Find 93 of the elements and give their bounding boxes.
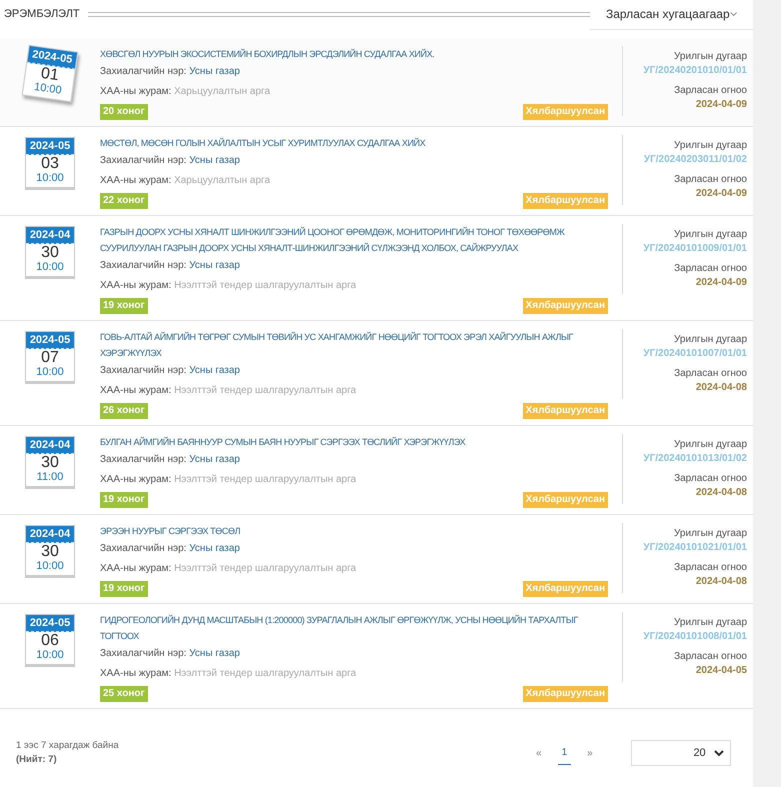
results-summary: 1 ээс 7 харагдаж байна [16,739,120,753]
calendar-date: 2024-05 01 10:00 [22,44,78,102]
date-label: Зарласан огноо [674,561,747,575]
calendar-date: 2024-05 03 10:00 [25,137,75,188]
method-label: ХАА-ны журам: [100,668,172,679]
date-label: Зарласан огноо [674,262,747,276]
method-value: Нээлттэй тендер шалгаруулалтын арга [174,668,356,679]
customer-label: Захиалагчийн нэр: [100,543,186,554]
customer-link[interactable]: Усны газар [189,648,240,659]
method-value: Нээлттэй тендер шалгаруулалтын арга [174,385,356,396]
chevron-down-icon [730,10,737,16]
next-page-link[interactable]: » [587,746,593,761]
calendar-date: 2024-05 07 10:00 [25,331,75,382]
type-badge: Хялбаршуулсан [522,403,608,419]
duration-badge: 25 хоног [100,686,148,702]
published-date: 2024-04-08 [696,486,747,500]
customer-link[interactable]: Усны газар [189,260,240,271]
customer-label: Захиалагчийн нэр: [100,454,186,465]
number-label: Урилгын дугаар [674,50,747,64]
tender-number: УГ/20240101009/01/01 [643,242,747,256]
date-label: Зарласан огноо [674,367,747,381]
tender-title-link[interactable]: БУЛГАН АЙМГИЙН БАЯННУУР СУМЫН БАЯН НУУРЫГ СЭРГЭЭХ ТӨСЛИЙГ ХЭРЭГЖҮҮЛЭХ [100,434,608,450]
tender-number: УГ/20240101007/01/01 [643,347,747,361]
published-date: 2024-04-05 [696,664,747,678]
number-label: Урилгын дугаар [674,228,747,242]
published-date: 2024-04-09 [696,187,747,201]
tender-number: УГ/20240101021/01/01 [643,541,747,555]
customer-link[interactable]: Усны газар [189,543,240,554]
chevron-down-icon [714,750,724,757]
duration-badge: 22 хоног [100,193,148,209]
method-value: Нээлттэй тендер шалгаруулалтын арга [174,563,356,574]
calendar-date: 2024-04 30 10:00 [25,525,75,576]
tender-title-link[interactable]: ХӨВСГӨЛ НУУРЫН ЭКОСИСТЕМИЙН БОХИРДЛЫН ЭРСДЭЛИЙН СУДАЛГАА ХИЙХ. [100,46,608,62]
method-label: ХАА-ны журам: [100,385,172,396]
customer-link[interactable]: Усны газар [189,66,240,77]
type-badge: Хялбаршуулсан [522,193,608,209]
tender-number: УГ/20240203011/01/02 [644,153,747,167]
duration-badge: 19 хоног [100,581,148,597]
number-label: Урилгын дугаар [674,139,747,153]
duration-badge: 26 хоног [100,403,148,419]
type-badge: Хялбаршуулсан [522,298,608,314]
method-label: ХАА-ны журам: [100,563,172,574]
method-value: Харьцуулалтын арга [174,86,270,97]
prev-page-link[interactable]: « [536,746,542,761]
method-label: ХАА-ны журам: [100,474,172,485]
customer-link[interactable]: Усны газар [189,454,240,465]
customer-label: Захиалагчийн нэр: [100,365,186,376]
published-date: 2024-04-09 [696,98,747,112]
page-size-select[interactable]: 20 [630,740,731,766]
number-label: Урилгын дугаар [674,527,747,541]
tender-title-link[interactable]: ГИДРОГЕОЛОГИЙН ДУНД МАСШТАБЫН (1:200000) ЗУРАГЛАЛЫН АЖЛЫГ ӨРГӨЖҮҮЛЖ, УСНЫ НӨӨЦИЙН ТАРХАЛТЫГ ТОГТООХ [100,612,608,644]
type-badge: Хялбаршуулсан [522,104,608,120]
page-link[interactable]: 1 [558,745,572,766]
number-label: Урилгын дугаар [674,616,747,630]
customer-label: Захиалагчийн нэр: [100,648,186,659]
type-badge: Хялбаршуулсан [522,492,608,508]
type-badge: Хялбаршуулсан [522,581,608,597]
method-value: Нээлттэй тендер шалгаруулалтын арга [174,280,356,291]
number-label: Урилгын дугаар [674,438,747,452]
tender-number: УГ/20240101008/01/01 [643,630,747,644]
number-label: Урилгын дугаар [674,333,747,347]
published-date: 2024-04-08 [696,381,747,395]
customer-link[interactable]: Усны газар [189,155,240,166]
date-label: Зарласан огноо [674,650,747,664]
published-date: 2024-04-08 [696,575,747,589]
date-label: Зарласан огноо [674,472,747,486]
published-date: 2024-04-09 [696,276,747,290]
tender-title-link[interactable]: ЭРЭЭН НУУРЫГ СЭРГЭЭХ ТӨСӨЛ [100,523,608,539]
tender-number: УГ/20240101013/01/02 [643,452,747,466]
tender-title-link[interactable]: МӨСТӨЛ, МӨСӨН ГОЛЫН ХАЙЛАЛТЫН УСЫГ ХУРИМТЛУУЛАХ СУДАЛГАА ХИЙХ [100,135,608,151]
calendar-date: 2024-05 06 10:00 [25,614,75,665]
tender-title-link[interactable]: ГОВЬ-АЛТАЙ АЙМГИЙН ТӨГРӨГ СУМЫН ТӨВИЙН УС ХАНГАМЖИЙГ НӨӨЦИЙГ ТОГТООХ ЭРЭЛ ХАЙГУУЛЫН АЖЛЫГ ХЭРЭГЖҮҮЛЭХ [100,329,608,361]
date-label: Зарласан огноо [674,84,747,98]
duration-badge: 19 хоног [100,492,148,508]
customer-label: Захиалагчийн нэр: [100,66,186,77]
tender-number: УГ/20240201010/01/01 [643,64,747,78]
method-label: ХАА-ны журам: [100,86,172,97]
customer-label: Захиалагчийн нэр: [100,155,186,166]
method-label: ХАА-ны журам: [100,175,172,186]
calendar-date: 2024-04 30 11:00 [25,436,75,487]
date-label: Зарласан огноо [674,173,747,187]
results-total: (Нийт: 7) [16,753,58,768]
method-label: ХАА-ны журам: [100,280,172,291]
duration-badge: 20 хоног [100,104,148,120]
calendar-date: 2024-04 30 10:00 [25,226,75,277]
sort-label: ЭРЭМБЭЛЭЛТ [3,6,81,22]
type-badge: Хялбаршуулсан [522,686,608,702]
method-value: Нээлттэй тендер шалгаруулалтын арга [174,474,356,485]
customer-link[interactable]: Усны газар [189,365,240,376]
duration-badge: 19 хоног [100,298,148,314]
customer-label: Захиалагчийн нэр: [100,260,186,271]
tender-title-link[interactable]: ГАЗРЫН ДООРХ УСНЫ ХЯНАЛТ ШИНЖИЛГЭЭНИЙ ЦООНОГ ӨРӨМДӨЖ, МОНИТОРИНГИЙН ТОНОГ ТӨХӨӨРӨМЖ СУУРИЛУУЛАН ГАЗРЫН ДООРХ УСНЫ ХЯНАЛТ-ШИНЖИЛГЭЭНИЙ СҮЛЖЭЭНД ХОЛБОХ, САЙЖРУУЛАХ [100,224,608,256]
method-value: Харьцуулалтын арга [174,175,270,186]
